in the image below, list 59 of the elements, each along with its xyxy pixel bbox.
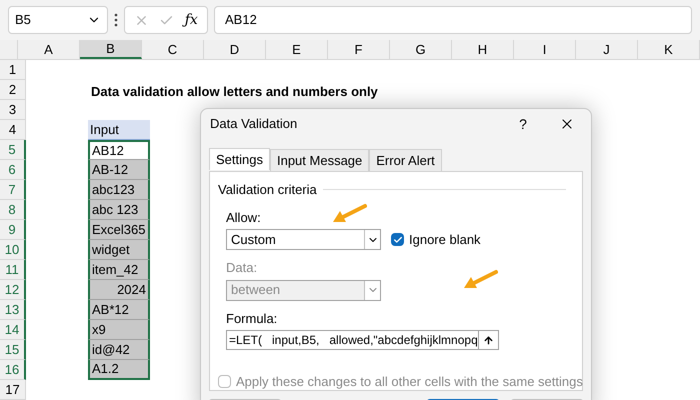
column-header[interactable]: K bbox=[638, 40, 700, 59]
column-header[interactable]: H bbox=[452, 40, 514, 59]
pointer-arrow-icon bbox=[462, 269, 498, 291]
tab[interactable]: Error Alert bbox=[369, 149, 442, 171]
section-title: Validation criteria bbox=[218, 181, 317, 199]
column-header[interactable]: F bbox=[328, 40, 390, 59]
row-header[interactable]: 2 bbox=[0, 80, 26, 100]
column-header[interactable]: C bbox=[142, 40, 204, 59]
sheet-title: Data validation allow letters and numbers only bbox=[91, 83, 378, 101]
row-header[interactable]: 11 bbox=[0, 260, 26, 280]
column-header[interactable]: E bbox=[266, 40, 328, 59]
ignore-blank-checkbox[interactable]: Ignore blank bbox=[391, 230, 481, 250]
table-cell[interactable]: AB12 bbox=[88, 140, 150, 160]
help-button[interactable]: ? bbox=[508, 114, 538, 134]
formula-field[interactable]: AB12 bbox=[214, 6, 692, 34]
field-label: Data: bbox=[226, 259, 258, 277]
more-icon bbox=[114, 13, 118, 27]
table-cell[interactable]: abc123 bbox=[88, 180, 150, 200]
row-header[interactable]: 4 bbox=[0, 120, 26, 140]
row-header[interactable]: 6 bbox=[0, 160, 26, 180]
column-header[interactable]: G bbox=[390, 40, 452, 59]
table-cell[interactable]: abc 123 bbox=[88, 200, 150, 220]
table-cell[interactable]: AB-12 bbox=[88, 160, 150, 180]
column-header[interactable]: I bbox=[514, 40, 576, 59]
table-header: Input bbox=[88, 120, 150, 140]
table-cell[interactable]: id@42 bbox=[88, 340, 150, 360]
row-header[interactable]: 16 bbox=[0, 360, 26, 380]
row-header[interactable]: 15 bbox=[0, 340, 26, 360]
field-label: Allow: bbox=[226, 208, 261, 226]
table-cell[interactable]: widget bbox=[88, 240, 150, 260]
table-cell[interactable]: x9 bbox=[88, 320, 150, 340]
field-label: Formula: bbox=[226, 310, 278, 328]
table-cell[interactable]: AB*12 bbox=[88, 300, 150, 320]
row-header[interactable]: 9 bbox=[0, 220, 26, 240]
row-header[interactable]: 14 bbox=[0, 320, 26, 340]
row-header[interactable]: 3 bbox=[0, 100, 26, 120]
row-header[interactable]: 12 bbox=[0, 280, 26, 300]
column-header[interactable]: J bbox=[576, 40, 638, 59]
row-header[interactable]: 10 bbox=[0, 240, 26, 260]
check-icon bbox=[392, 234, 402, 244]
table-cell[interactable]: Excel365 bbox=[88, 220, 150, 240]
column-header[interactable]: D bbox=[204, 40, 266, 59]
tab[interactable]: Input Message bbox=[270, 149, 370, 171]
function-icon[interactable]: ƒx bbox=[184, 10, 198, 30]
pointer-arrow-icon bbox=[331, 203, 367, 225]
row-header[interactable]: 5 bbox=[0, 140, 26, 160]
row-header[interactable]: 8 bbox=[0, 200, 26, 220]
row-header[interactable]: 7 bbox=[0, 180, 26, 200]
table-cell[interactable]: 2024 bbox=[88, 280, 150, 300]
table-cell[interactable]: item_42 bbox=[88, 260, 150, 280]
allow-dropdown[interactable]: Custom bbox=[226, 229, 381, 250]
row-header[interactable]: 1 bbox=[0, 60, 26, 80]
name-box[interactable]: B5 bbox=[8, 6, 108, 34]
tab[interactable]: Settings bbox=[209, 148, 270, 170]
column-header[interactable]: B bbox=[80, 40, 142, 59]
row-header[interactable]: 13 bbox=[0, 300, 26, 320]
row-header[interactable]: 17 bbox=[0, 380, 26, 400]
dialog-title: Data Validation bbox=[210, 115, 298, 134]
table-cell[interactable]: A1.2 bbox=[88, 360, 150, 380]
